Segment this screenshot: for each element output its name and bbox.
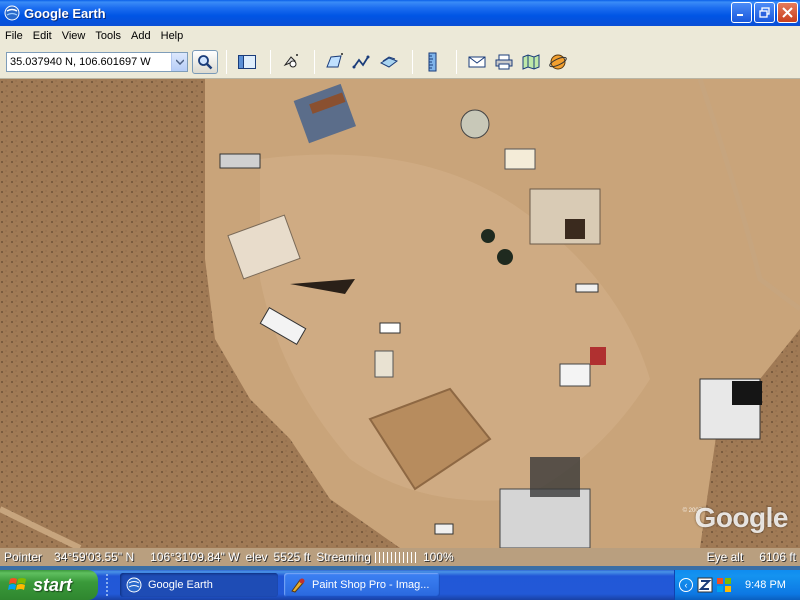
- clock[interactable]: 9:48 PM: [745, 579, 786, 591]
- ruler-button[interactable]: [421, 50, 445, 74]
- menu-add[interactable]: Add: [126, 30, 156, 42]
- zonealarm-icon[interactable]: [697, 577, 713, 593]
- search-button[interactable]: [192, 49, 218, 74]
- search-history-dropdown[interactable]: [171, 52, 187, 71]
- search-icon: [198, 54, 213, 69]
- toolbar-separator: [314, 49, 315, 74]
- task-google-earth[interactable]: Google Earth: [120, 573, 278, 597]
- windows-logo-icon: [8, 578, 26, 590]
- image-overlay-icon: [379, 55, 399, 68]
- toolbar-separator: [412, 49, 413, 74]
- pointer-longitude: 106°31'09.84" W: [150, 550, 240, 564]
- restore-icon: [759, 7, 770, 18]
- paint-shop-pro-icon: [291, 578, 305, 593]
- search-input[interactable]: [7, 52, 167, 71]
- title-bar: Google Earth: [0, 0, 800, 26]
- print-icon: [495, 54, 513, 69]
- restore-button[interactable]: [754, 2, 775, 23]
- minimize-button[interactable]: [731, 2, 752, 23]
- email-icon: [468, 56, 486, 67]
- task-label: Google Earth: [148, 579, 213, 591]
- streaming-label: Streaming: [316, 550, 371, 564]
- print-button[interactable]: [492, 50, 516, 74]
- add-placemark-button[interactable]: [279, 50, 303, 74]
- network-icon[interactable]: [716, 577, 732, 593]
- sky-button[interactable]: [546, 50, 570, 74]
- eye-alt-label: Eye alt: [706, 550, 744, 564]
- search-box: [6, 51, 188, 72]
- eye-alt-value: 6106 ft: [759, 550, 796, 564]
- toolbar-separator: [270, 49, 271, 74]
- chevron-down-icon: [175, 58, 184, 65]
- menu-file[interactable]: File: [0, 30, 28, 42]
- close-icon: [782, 7, 793, 18]
- menu-tools[interactable]: Tools: [90, 30, 126, 42]
- show-hidden-icons-button[interactable]: ‹: [679, 578, 693, 592]
- polygon-icon: [326, 52, 343, 67]
- google-logo: Google: [694, 502, 789, 533]
- pointer-label: Pointer: [4, 550, 43, 564]
- toolbar: [0, 45, 800, 79]
- task-label: Paint Shop Pro - Imag...: [312, 579, 430, 591]
- toolbar-separator: [456, 49, 457, 74]
- minimize-icon: [737, 14, 743, 16]
- pointer-latitude: 34°59'03.55" N: [54, 550, 135, 564]
- add-polygon-button[interactable]: [323, 50, 347, 74]
- menu-view[interactable]: View: [57, 30, 91, 42]
- elevation-value: 5525 ft: [273, 550, 311, 564]
- map-icon: [522, 53, 540, 70]
- taskbar: start Google Earth Paint Shop Pro - Imag…: [0, 570, 800, 600]
- elevation-label: elev: [245, 550, 268, 564]
- sky-icon: [549, 54, 567, 69]
- google-earth-icon: [4, 5, 20, 21]
- view-in-maps-button[interactable]: [519, 50, 543, 74]
- streaming-progress: [374, 551, 419, 563]
- sidebar-toggle-icon: [238, 54, 256, 69]
- menu-help[interactable]: Help: [156, 30, 189, 42]
- close-button[interactable]: [777, 2, 798, 23]
- start-button[interactable]: start: [0, 570, 98, 600]
- window-title: Google Earth: [24, 5, 106, 21]
- path-icon: [352, 55, 370, 68]
- streaming-percent: 100%: [422, 550, 454, 564]
- add-image-overlay-button[interactable]: [377, 50, 401, 74]
- ruler-icon: [428, 52, 437, 71]
- map-view[interactable]: © 2007 Google: [0, 79, 800, 548]
- email-button[interactable]: [465, 50, 489, 74]
- placemark-icon: [283, 53, 298, 67]
- status-bar: Pointer 34°59'03.55" N 106°31'09.84" W e…: [0, 548, 800, 566]
- menu-bar: File Edit View Tools Add Help: [0, 26, 800, 45]
- taskbar-grip[interactable]: [106, 574, 114, 596]
- task-paint-shop-pro[interactable]: Paint Shop Pro - Imag...: [284, 573, 440, 597]
- start-label: start: [33, 574, 73, 595]
- satellite-imagery[interactable]: [0, 79, 800, 548]
- system-tray: ‹ 9:48 PM: [674, 570, 800, 600]
- google-earth-icon: [126, 577, 142, 593]
- toolbar-separator: [226, 49, 227, 74]
- add-path-button[interactable]: [350, 50, 374, 74]
- sidebar-toggle-button[interactable]: [235, 50, 259, 74]
- menu-edit[interactable]: Edit: [28, 30, 57, 42]
